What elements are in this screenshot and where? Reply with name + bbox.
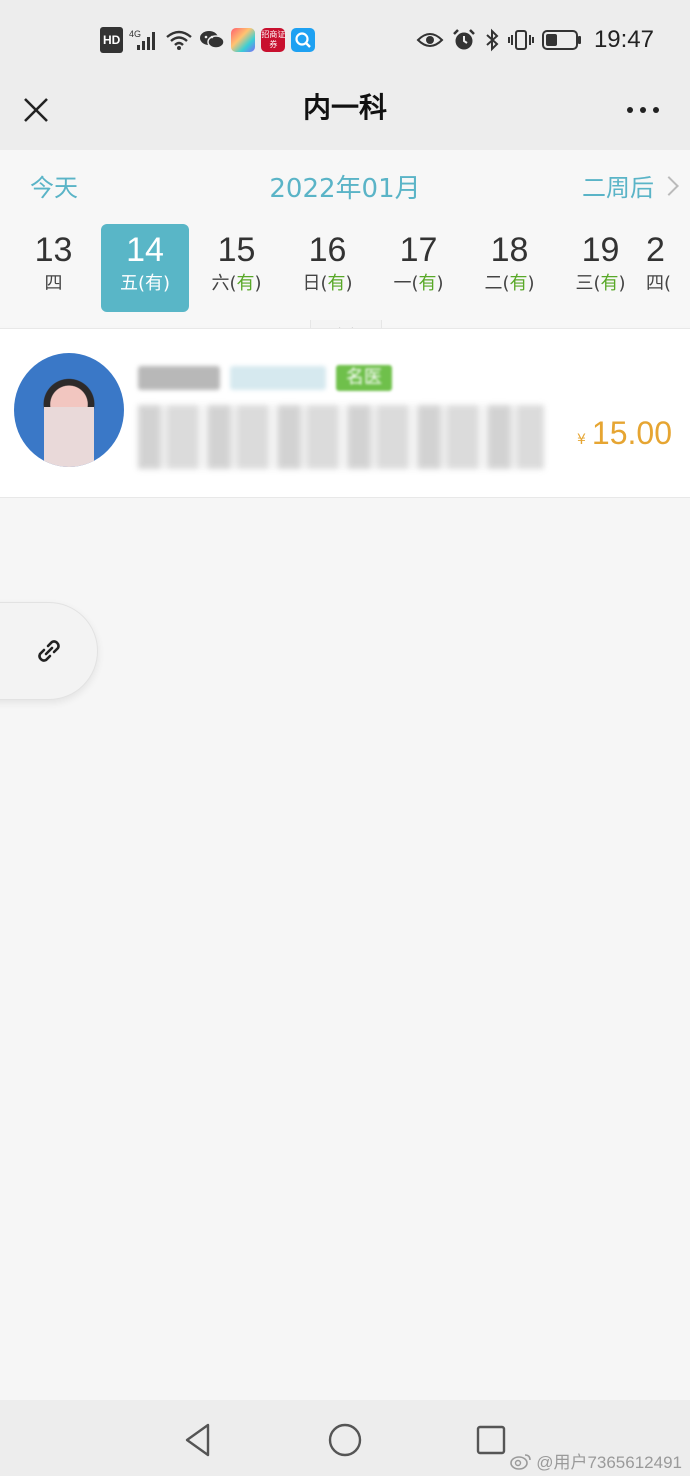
availability-label: 有 — [145, 273, 163, 294]
day-weekday: 三(有) — [575, 273, 626, 294]
status-time: 19:47 — [593, 26, 654, 53]
price-amount: 15.00 — [591, 415, 672, 451]
two-weeks-later-label: 二周后 — [582, 174, 654, 202]
day-number: 13 — [34, 231, 73, 269]
day-number: 18 — [490, 231, 529, 269]
consultation-price: ¥ 15.00 — [577, 415, 672, 452]
home-circle-icon — [328, 1423, 362, 1457]
close-icon — [24, 98, 48, 122]
floating-link-button[interactable] — [0, 602, 98, 700]
availability-label: 有 — [600, 273, 619, 294]
day-list: 13 四 14 五(有) 15 六(有) 16 日(有) 17 一(有) 18 … — [8, 224, 686, 314]
more-icon — [640, 107, 646, 113]
doctor-title-redacted — [230, 366, 326, 390]
alarm-icon — [452, 27, 476, 53]
battery-icon — [541, 27, 582, 53]
eye-icon — [416, 27, 444, 53]
more-icon — [627, 107, 633, 113]
day-weekday: 二(有) — [484, 273, 535, 294]
title-bar: 内一科 — [0, 80, 690, 150]
wechat-icon — [199, 27, 226, 53]
doctor-description-redacted — [138, 405, 544, 469]
day-number: 15 — [217, 231, 256, 269]
day-weekday: 五(有) — [119, 273, 171, 294]
doctor-name-row: 名医 — [138, 365, 392, 391]
doctor-avatar — [14, 353, 124, 467]
watermark-text: @用户7365612491 — [536, 1453, 682, 1472]
day-item[interactable]: 18 二(有) — [464, 224, 555, 312]
chevron-right-icon — [659, 175, 679, 196]
bluetooth-icon — [484, 27, 500, 53]
day-weekday: 日(有) — [302, 273, 353, 294]
availability-label: 有 — [236, 273, 255, 294]
more-button[interactable] — [618, 92, 668, 128]
doctor-name-redacted — [138, 366, 220, 390]
link-icon — [38, 640, 60, 662]
availability-label: 有 — [509, 273, 528, 294]
day-weekday: 四 — [44, 273, 63, 294]
status-left-icons: HD 4G 招商证券 — [100, 26, 316, 54]
colorful-app-icon — [231, 28, 256, 52]
day-number: 14 — [126, 231, 164, 269]
signal-icon: 4G — [129, 27, 159, 53]
day-weekday: 一(有) — [393, 273, 444, 294]
date-selector: 今天 2022年01月 二周后 13 四 14 五(有) 15 六(有) 16 … — [0, 150, 690, 342]
hd-icon: HD — [100, 27, 124, 53]
home-button[interactable] — [323, 1418, 367, 1462]
day-number: 16 — [308, 231, 347, 269]
back-triangle-icon — [185, 1423, 210, 1457]
availability-label: 有 — [327, 273, 346, 294]
wifi-icon — [165, 27, 193, 53]
back-button[interactable] — [176, 1418, 220, 1462]
day-number: 2 — [646, 231, 665, 269]
page-title: 内一科 — [302, 91, 387, 124]
weibo-watermark: @用户7365612491 — [510, 1448, 682, 1473]
svg-text:4G: 4G — [129, 29, 141, 39]
availability-label: 有 — [418, 273, 437, 294]
vibrate-icon — [507, 27, 534, 53]
weibo-icon — [510, 1453, 531, 1470]
day-item[interactable]: 16 日(有) — [282, 224, 373, 312]
close-button[interactable] — [16, 90, 56, 130]
two-weeks-later-button[interactable]: 二周后 — [582, 168, 679, 203]
securities-app-icon: 招商证券 — [261, 28, 286, 52]
status-bar: HD 4G 招商证券 19:47 — [0, 0, 690, 80]
day-item[interactable]: 13 四 — [8, 224, 99, 312]
famous-doctor-badge: 名医 — [336, 365, 392, 391]
status-right-icons: 19:47 — [416, 26, 654, 54]
price-currency: ¥ — [577, 432, 586, 448]
search-app-icon — [291, 28, 316, 52]
day-item[interactable]: 2 四( — [646, 224, 686, 312]
day-item[interactable]: 15 六(有) — [191, 224, 282, 312]
system-nav-bar: @用户7365612491 — [0, 1400, 690, 1476]
recent-square-icon — [476, 1425, 506, 1455]
recent-apps-button[interactable] — [469, 1418, 513, 1462]
day-item[interactable]: 19 三(有) — [555, 224, 646, 312]
day-number: 17 — [399, 231, 438, 269]
day-item[interactable]: 17 一(有) — [373, 224, 464, 312]
day-number: 19 — [581, 231, 620, 269]
today-button[interactable]: 今天 — [30, 168, 78, 203]
day-item-selected[interactable]: 14 五(有) — [101, 224, 189, 312]
doctor-card[interactable]: 名医 ¥ 15.00 — [0, 328, 690, 498]
day-weekday: 六(有) — [211, 273, 262, 294]
day-weekday: 四( — [646, 273, 672, 294]
more-icon — [653, 107, 659, 113]
